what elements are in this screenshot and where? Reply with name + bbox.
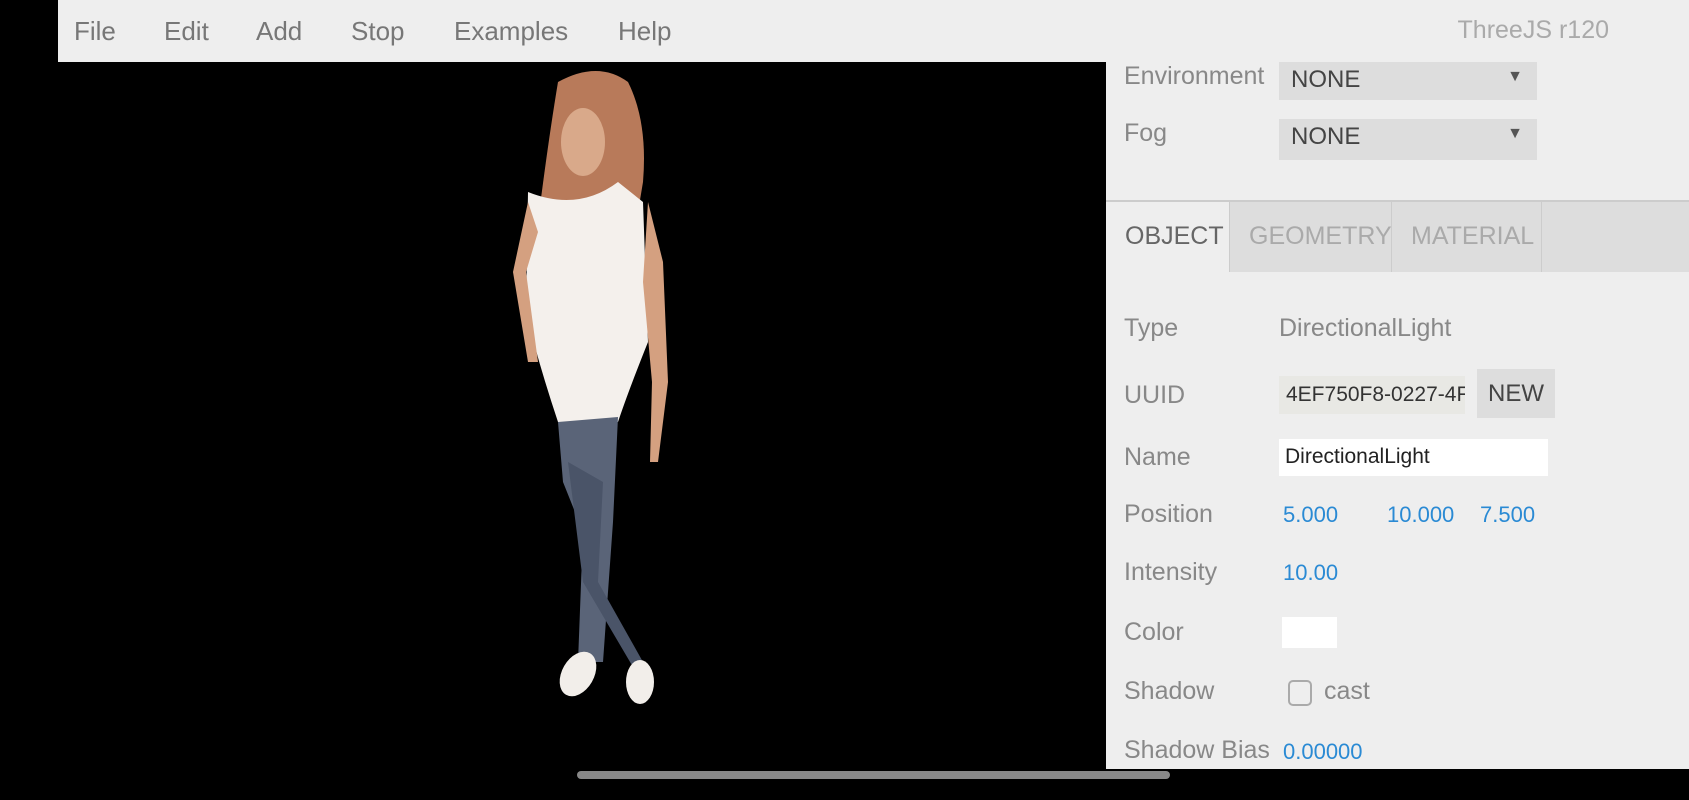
- shadow-label: Shadow: [1124, 677, 1215, 705]
- menu-help[interactable]: Help: [618, 16, 671, 47]
- 3d-viewport[interactable]: [58, 62, 1106, 769]
- fog-value: NONE: [1291, 123, 1361, 150]
- shadow-cast-label: cast: [1324, 677, 1370, 705]
- shadow-bias-value[interactable]: 0.00000: [1283, 739, 1363, 765]
- type-value: DirectionalLight: [1279, 314, 1452, 342]
- environment-label: Environment: [1124, 62, 1265, 90]
- sidebar-panel: Environment NONE ▼ Fog NONE ▼ OBJECT GEO…: [1106, 62, 1689, 769]
- name-label: Name: [1124, 443, 1191, 471]
- character-model: [513, 71, 668, 704]
- version-label: ThreeJS r120: [1457, 16, 1609, 44]
- intensity-label: Intensity: [1124, 558, 1218, 586]
- home-indicator[interactable]: [577, 771, 1170, 779]
- tab-geometry[interactable]: GEOMETRY: [1230, 202, 1392, 272]
- menu-examples[interactable]: Examples: [454, 16, 568, 47]
- menu-edit[interactable]: Edit: [164, 16, 209, 47]
- new-uuid-button[interactable]: NEW: [1477, 369, 1555, 418]
- position-z[interactable]: 7.500: [1480, 502, 1535, 528]
- position-y[interactable]: 10.000: [1387, 502, 1454, 528]
- properties-tabs: OBJECT GEOMETRY MATERIAL: [1106, 200, 1689, 272]
- menubar: File Edit Add Stop Examples Help ThreeJS…: [58, 0, 1689, 62]
- color-label: Color: [1124, 618, 1184, 646]
- uuid-input[interactable]: 4EF750F8-0227-4F: [1279, 376, 1465, 414]
- tab-material[interactable]: MATERIAL: [1392, 202, 1542, 272]
- shadow-cast-checkbox[interactable]: [1288, 680, 1312, 706]
- environment-select[interactable]: NONE ▼: [1279, 62, 1537, 100]
- fog-label: Fog: [1124, 119, 1168, 147]
- dropdown-arrow-icon: ▼: [1507, 125, 1523, 142]
- environment-value: NONE: [1291, 66, 1361, 93]
- type-label: Type: [1124, 314, 1179, 342]
- menu-add[interactable]: Add: [256, 16, 302, 47]
- color-picker[interactable]: [1282, 617, 1337, 648]
- menu-stop[interactable]: Stop: [351, 16, 405, 47]
- position-label: Position: [1124, 500, 1213, 528]
- menu-file[interactable]: File: [74, 16, 116, 47]
- name-input[interactable]: DirectionalLight: [1279, 439, 1548, 476]
- uuid-label: UUID: [1124, 381, 1186, 409]
- shadow-bias-label: Shadow Bias: [1124, 736, 1270, 764]
- position-x[interactable]: 5.000: [1283, 502, 1338, 528]
- fog-select[interactable]: NONE ▼: [1279, 119, 1537, 160]
- tab-object[interactable]: OBJECT: [1106, 202, 1230, 272]
- intensity-value[interactable]: 10.00: [1283, 560, 1338, 586]
- dropdown-arrow-icon: ▼: [1507, 68, 1523, 85]
